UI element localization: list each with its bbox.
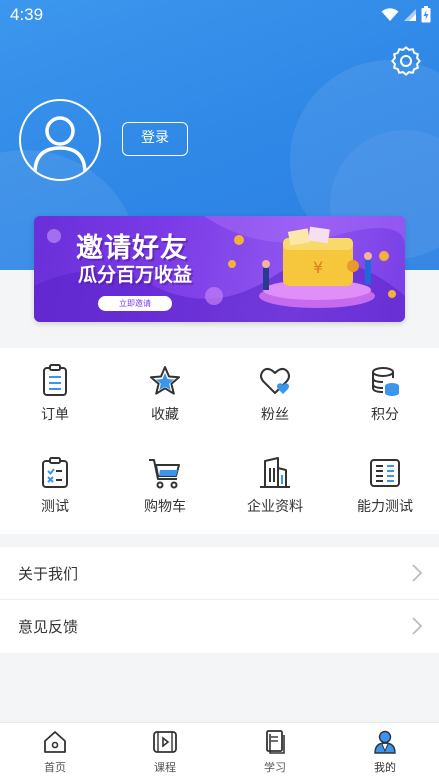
settings-list: 关于我们 意见反馈 — [0, 547, 439, 653]
grid-item-ability-test[interactable]: 能力测试 — [330, 456, 439, 536]
tab-study[interactable]: 学习 — [220, 729, 330, 779]
list-item-label: 关于我们 — [18, 565, 79, 583]
tab-label: 首页 — [44, 761, 66, 774]
wallet-illustration-icon: ¥ — [259, 226, 375, 308]
grid-item-label: 粉丝 — [261, 407, 289, 423]
invite-friends-banner[interactable]: 邀请好友 瓜分百万收益 立即邀请 ¥ — [34, 216, 405, 322]
grid-item-favorites[interactable]: 收藏 — [110, 364, 220, 444]
coins-icon — [372, 367, 399, 396]
wifi-icon — [381, 7, 399, 21]
checklist-icon — [42, 457, 68, 488]
grid-item-orders[interactable]: 订单 — [0, 364, 110, 444]
chevron-right-icon — [412, 617, 423, 635]
grid-item-label: 购物车 — [144, 499, 186, 515]
chevron-right-icon — [412, 564, 423, 582]
bottom-tab-bar: 首页 课程 学习 我的 — [0, 722, 439, 781]
grid-item-cart[interactable]: 购物车 — [110, 456, 220, 536]
status-icons — [381, 6, 431, 23]
banner-subtitle: 瓜分百万收益 — [78, 264, 193, 286]
grid-item-test[interactable]: 测试 — [0, 456, 110, 536]
feature-grid: 订单 收藏 粉丝 积分 测试 购物车 企业资料 能力测试 — [0, 348, 439, 534]
grid-item-label: 收藏 — [151, 407, 179, 423]
cart-icon — [149, 459, 180, 489]
battery-icon — [421, 6, 431, 23]
list-item-feedback[interactable]: 意见反馈 — [0, 600, 439, 652]
ability-test-icon — [370, 459, 400, 487]
order-icon — [43, 364, 67, 396]
list-item-about-us[interactable]: 关于我们 — [0, 547, 439, 599]
grid-item-label: 测试 — [41, 499, 69, 515]
settings-gear-icon[interactable] — [391, 46, 421, 76]
tab-label: 学习 — [264, 761, 286, 774]
user-icon — [374, 730, 396, 754]
grid-item-points[interactable]: 积分 — [330, 364, 439, 444]
svg-text:¥: ¥ — [313, 258, 323, 277]
avatar[interactable] — [19, 99, 101, 181]
grid-item-label: 积分 — [371, 407, 399, 423]
default-avatar-icon — [33, 116, 87, 174]
banner-cta-button[interactable]: 立即邀请 — [98, 296, 172, 311]
video-icon — [153, 731, 177, 753]
grid-item-label: 企业资料 — [247, 499, 303, 515]
grid-item-company-info[interactable]: 企业资料 — [220, 456, 330, 536]
grid-item-label: 能力测试 — [357, 499, 413, 515]
status-time: 4:39 — [10, 5, 44, 24]
tab-home[interactable]: 首页 — [0, 729, 110, 779]
grid-item-label: 订单 — [41, 407, 69, 423]
tab-label: 我的 — [374, 761, 396, 774]
signal-icon — [404, 8, 416, 21]
book-icon — [266, 730, 285, 754]
list-item-label: 意见反馈 — [18, 618, 79, 636]
tab-courses[interactable]: 课程 — [110, 729, 220, 779]
tab-label: 课程 — [154, 761, 176, 774]
home-icon — [44, 731, 66, 753]
star-icon — [150, 366, 180, 395]
building-icon — [260, 457, 290, 488]
login-button[interactable]: 登录 — [122, 122, 188, 156]
status-bar: 4:39 — [0, 0, 439, 30]
grid-item-fans[interactable]: 粉丝 — [220, 364, 330, 444]
tab-mine[interactable]: 我的 — [330, 729, 439, 779]
heart-icon — [260, 367, 290, 394]
